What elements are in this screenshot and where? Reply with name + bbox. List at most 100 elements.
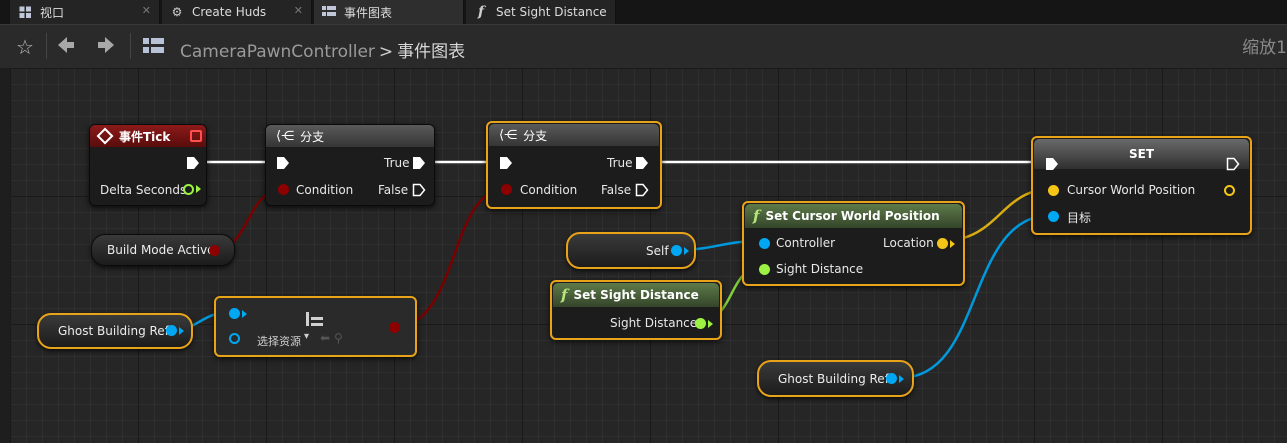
- use-selected-icon[interactable]: ⬅: [320, 331, 330, 345]
- breadcrumb: CameraPawnController > 事件图表: [180, 37, 465, 62]
- variable-label: Ghost Building Ref: [58, 324, 169, 338]
- tab-label: Create Huds: [192, 5, 267, 19]
- pin-arrow-icon: [179, 327, 184, 335]
- toolbar-divider: [130, 33, 131, 59]
- pin-label: Condition: [296, 183, 354, 197]
- tab-label: 事件图表: [344, 5, 393, 20]
- pin-arrow-icon: [899, 375, 904, 383]
- set-sight-distance-getter-node[interactable]: f Set Sight Distance Sight Distance: [550, 280, 722, 340]
- float-out-pin[interactable]: [695, 318, 706, 329]
- set-cursor-world-position-node[interactable]: f Set Cursor World Position Controller L…: [742, 201, 965, 286]
- tab-bar: 视口 ✕ ⚙ Create Huds ✕ 事件图表 f Set Sight Di…: [0, 0, 1287, 24]
- node-header: SET: [1034, 139, 1249, 169]
- blueprint-graph-icon: [143, 37, 165, 58]
- object-out-pin[interactable]: [886, 373, 897, 384]
- pin-arrow-icon: [196, 185, 201, 193]
- exec-in-pin[interactable]: [276, 156, 290, 170]
- pin-label: True: [384, 156, 410, 170]
- gear-icon: ⚙: [171, 5, 183, 19]
- exec-in-pin[interactable]: [499, 156, 513, 170]
- function-icon: f: [753, 207, 760, 225]
- bool-in-pin[interactable]: [501, 184, 512, 195]
- node-title: Set Sight Distance: [573, 288, 699, 302]
- self-reference[interactable]: Self: [566, 232, 696, 269]
- pin-label: Sight Distance: [776, 262, 864, 276]
- exec-true-pin[interactable]: [635, 156, 649, 170]
- bool-out-pin[interactable]: [209, 245, 220, 256]
- node-header: ⟨⋲ 分支: [266, 125, 434, 147]
- pin-label: Location: [883, 236, 934, 250]
- vector-in-pin[interactable]: [1048, 185, 1059, 196]
- close-icon[interactable]: ✕: [142, 4, 151, 17]
- back-arrow-icon[interactable]: [56, 35, 76, 58]
- pin-label: 目标: [1067, 211, 1092, 225]
- vector-out-pin[interactable]: [1224, 185, 1235, 196]
- event-graph-icon: [322, 5, 336, 19]
- pin-label: Cursor World Position: [1067, 183, 1196, 197]
- breadcrumb-graph: 事件图表: [397, 42, 466, 62]
- toolbar-divider: [46, 33, 47, 59]
- float-out-pin[interactable]: [183, 184, 194, 195]
- pin-arrow-icon: [242, 310, 247, 318]
- node-title: 事件Tick: [119, 129, 171, 144]
- tab-label: Set Sight Distance: [496, 5, 607, 19]
- event-tick-node[interactable]: 事件Tick Delta Seconds: [89, 124, 207, 206]
- delegate-pin-icon[interactable]: [190, 130, 202, 142]
- node-title: 分支: [300, 129, 325, 144]
- pin-label: True: [607, 156, 633, 170]
- browse-icon[interactable]: ⚲: [334, 331, 343, 345]
- pin-label: False: [601, 183, 632, 197]
- node-header: ⟨⋲ 分支: [489, 124, 659, 146]
- bool-out-pin[interactable]: [389, 322, 400, 333]
- forward-arrow-icon[interactable]: [96, 35, 116, 58]
- set-variable-node[interactable]: SET Cursor World Position 目标: [1031, 136, 1252, 235]
- exec-true-pin[interactable]: [412, 156, 426, 170]
- node-header: f Set Sight Distance: [553, 283, 719, 307]
- close-icon[interactable]: ✕: [294, 4, 303, 17]
- object-in-pin[interactable]: [229, 308, 240, 319]
- pin-arrow-icon: [950, 240, 955, 248]
- tab-create-huds[interactable]: ⚙ Create Huds ✕: [162, 0, 312, 24]
- tab-set-sight-distance[interactable]: f Set Sight Distance: [466, 0, 616, 24]
- build-mode-active-getter[interactable]: Build Mode Active: [91, 234, 235, 266]
- variable-label: Ghost Building Ref: [778, 371, 889, 386]
- tab-event-graph[interactable]: 事件图表: [314, 0, 464, 24]
- breadcrumb-blueprint[interactable]: CameraPawnController: [180, 42, 375, 62]
- function-icon: f: [561, 286, 568, 304]
- exec-false-pin[interactable]: [412, 183, 426, 197]
- variable-label: Build Mode Active: [107, 243, 215, 257]
- pin-arrow-icon: [684, 247, 689, 255]
- ghost-building-ref-getter-2[interactable]: Ghost Building Ref: [757, 360, 914, 397]
- pin-label: False: [378, 183, 409, 197]
- graph-left-gutter: [0, 68, 10, 443]
- object-in-pin[interactable]: [1048, 211, 1059, 222]
- vector-out-pin[interactable]: [937, 238, 948, 249]
- pin-label: Delta Seconds: [100, 183, 187, 197]
- float-in-pin[interactable]: [759, 264, 770, 275]
- tab-viewport[interactable]: 视口 ✕: [10, 0, 160, 24]
- node-title: SET: [1128, 147, 1155, 161]
- object-in-pin[interactable]: [759, 238, 770, 249]
- exec-out-pin[interactable]: [186, 156, 200, 170]
- branch-icon: ⟨⋲: [276, 128, 295, 144]
- is-valid-node[interactable]: 选择资源 ▾ ⬅ ⚲: [214, 296, 417, 357]
- node-header: 事件Tick: [90, 125, 206, 147]
- ghost-building-ref-getter-1[interactable]: Ghost Building Ref: [37, 313, 193, 349]
- class-in-pin[interactable]: [229, 333, 240, 344]
- object-out-pin[interactable]: [166, 325, 177, 336]
- branch-node-2[interactable]: ⟨⋲ 分支 True Condition False: [486, 121, 662, 209]
- node-title: Set Cursor World Position: [765, 209, 940, 223]
- pin-label: Condition: [520, 183, 578, 197]
- tab-label: 视口: [40, 5, 65, 20]
- asset-picker[interactable]: 选择资源: [257, 333, 301, 349]
- branch-icon: ⟨⋲: [499, 127, 518, 143]
- object-out-pin[interactable]: [671, 245, 682, 256]
- exec-false-pin[interactable]: [635, 183, 649, 197]
- star-icon[interactable]: ☆: [16, 35, 34, 59]
- exec-in-pin[interactable]: [1045, 157, 1059, 171]
- breadcrumb-separator-icon: >: [378, 42, 394, 62]
- branch-node-1[interactable]: ⟨⋲ 分支 True Condition False: [265, 124, 435, 206]
- node-title: 分支: [523, 128, 548, 143]
- bool-in-pin[interactable]: [278, 184, 289, 195]
- exec-out-pin[interactable]: [1226, 157, 1240, 171]
